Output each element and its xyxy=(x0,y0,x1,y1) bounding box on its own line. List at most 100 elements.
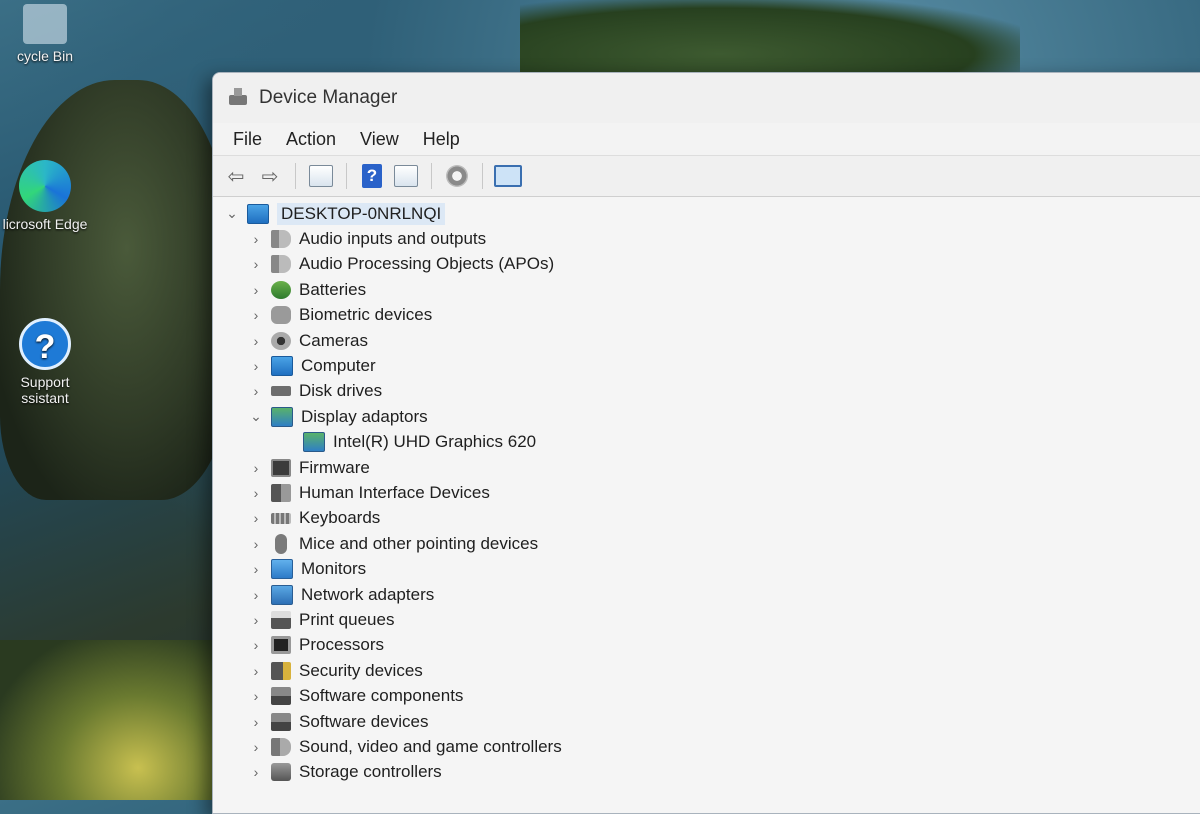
chevron-right-icon[interactable]: › xyxy=(247,587,265,603)
chevron-right-icon[interactable]: › xyxy=(247,561,265,577)
tree-item-sound-video-game[interactable]: › Sound, video and game controllers xyxy=(213,734,1200,759)
scan-hardware-button[interactable] xyxy=(493,161,523,191)
desktop-icon-support-assistant[interactable]: ? Support ssistant xyxy=(0,318,90,406)
properties-pane-icon xyxy=(394,165,418,187)
update-driver-button[interactable] xyxy=(442,161,472,191)
chevron-right-icon[interactable]: › xyxy=(247,383,265,399)
disk-drive-icon xyxy=(271,386,291,397)
tree-item-software-devices[interactable]: › Software devices xyxy=(213,709,1200,734)
back-button[interactable]: ⇦ xyxy=(221,161,251,191)
menu-view[interactable]: View xyxy=(348,127,411,152)
tree-item-label: Print queues xyxy=(299,609,395,629)
tree-item-storage-controllers[interactable]: › Storage controllers xyxy=(213,760,1200,785)
tree-root[interactable]: ⌄ DESKTOP-0NRLNQI xyxy=(213,201,1200,226)
printer-icon xyxy=(271,610,291,629)
tree-item-label: Display adaptors xyxy=(301,406,428,426)
chevron-right-icon[interactable]: › xyxy=(247,307,265,323)
tree-item-label: Batteries xyxy=(299,279,367,299)
processor-icon xyxy=(271,636,291,655)
help-button[interactable]: ? xyxy=(357,161,387,191)
chevron-right-icon[interactable]: › xyxy=(247,333,265,349)
back-arrow-icon: ⇦ xyxy=(227,165,245,188)
chevron-right-icon[interactable]: › xyxy=(247,282,265,298)
tree-item-label: Computer xyxy=(301,356,376,376)
tree-item-biometric[interactable]: › Biometric devices xyxy=(213,303,1200,328)
desktop-icon-edge[interactable]: licrosoft Edge xyxy=(0,160,90,232)
tree-item-label: Mice and other pointing devices xyxy=(299,533,539,553)
chevron-down-icon[interactable]: ⌄ xyxy=(223,205,241,222)
firmware-icon xyxy=(271,458,291,477)
speaker-icon xyxy=(271,230,291,249)
chevron-right-icon[interactable]: › xyxy=(247,739,265,755)
tree-item-processors[interactable]: › Processors xyxy=(213,633,1200,658)
tree-item-keyboards[interactable]: › Keyboards xyxy=(213,506,1200,531)
computer-root-icon xyxy=(247,203,269,224)
toolbar: ⇦ ⇨ ? xyxy=(213,155,1200,197)
menu-action[interactable]: Action xyxy=(274,127,348,152)
tree-item-label: Processors xyxy=(299,635,385,655)
tree-item-monitors[interactable]: › Monitors xyxy=(213,556,1200,581)
chevron-right-icon[interactable]: › xyxy=(247,460,265,476)
forward-button[interactable]: ⇨ xyxy=(255,161,285,191)
tree-item-label: Intel(R) UHD Graphics 620 xyxy=(333,432,537,452)
storage-controller-icon xyxy=(271,763,291,782)
tree-item-hid[interactable]: › Human Interface Devices xyxy=(213,480,1200,505)
chevron-down-icon[interactable]: ⌄ xyxy=(247,408,265,425)
tree-item-label: Firmware xyxy=(299,457,370,477)
desktop-icon-label: licrosoft Edge xyxy=(2,216,88,232)
chevron-right-icon[interactable]: › xyxy=(247,231,265,247)
tree-item-firmware[interactable]: › Firmware xyxy=(213,455,1200,480)
window-title: Device Manager xyxy=(259,87,398,108)
chevron-right-icon[interactable]: › xyxy=(247,358,265,374)
show-hide-console-tree-button[interactable] xyxy=(306,161,336,191)
menu-file[interactable]: File xyxy=(221,127,274,152)
tree-item-disk-drives[interactable]: › Disk drives xyxy=(213,379,1200,404)
tree-item-software-components[interactable]: › Software components xyxy=(213,683,1200,708)
chevron-right-icon[interactable]: › xyxy=(247,510,265,526)
device-manager-window: Device Manager File Action View Help ⇦ ⇨… xyxy=(212,72,1200,814)
tree-item-computer[interactable]: › Computer xyxy=(213,353,1200,378)
hid-icon xyxy=(271,483,291,502)
tree-item-security-devices[interactable]: › Security devices xyxy=(213,658,1200,683)
battery-icon xyxy=(271,280,291,299)
network-adapter-icon xyxy=(271,584,293,605)
chevron-right-icon[interactable]: › xyxy=(247,714,265,730)
wallpaper-cliff xyxy=(0,80,230,500)
tree-item-label: Monitors xyxy=(301,559,367,579)
chevron-right-icon[interactable]: › xyxy=(247,612,265,628)
tree-item-label: Software devices xyxy=(299,711,429,731)
chevron-right-icon[interactable]: › xyxy=(247,688,265,704)
tree-item-apos[interactable]: › Audio Processing Objects (APOs) xyxy=(213,252,1200,277)
chevron-right-icon[interactable]: › xyxy=(247,637,265,653)
tree-item-label: Disk drives xyxy=(299,381,383,401)
tree-item-label: Sound, video and game controllers xyxy=(299,736,562,756)
monitor-icon xyxy=(271,559,293,580)
biometric-icon xyxy=(271,306,291,325)
tree-item-label: Audio inputs and outputs xyxy=(299,229,487,249)
properties-button[interactable] xyxy=(391,161,421,191)
tree-item-intel-uhd-620[interactable]: Intel(R) UHD Graphics 620 xyxy=(213,430,1200,455)
menu-bar: File Action View Help xyxy=(213,123,1200,155)
title-bar[interactable]: Device Manager xyxy=(213,73,1200,123)
desktop-icon-recycle-bin[interactable]: cycle Bin xyxy=(0,4,90,64)
menu-help[interactable]: Help xyxy=(411,127,472,152)
tree-item-label: Keyboards xyxy=(299,508,381,528)
chevron-right-icon[interactable]: › xyxy=(247,485,265,501)
toolbar-separator xyxy=(482,163,483,189)
tree-item-batteries[interactable]: › Batteries xyxy=(213,277,1200,302)
tree-item-label: Security devices xyxy=(299,660,423,680)
chevron-right-icon[interactable]: › xyxy=(247,256,265,272)
tree-item-print-queues[interactable]: › Print queues xyxy=(213,607,1200,632)
tree-item-network-adapters[interactable]: › Network adapters xyxy=(213,582,1200,607)
camera-icon xyxy=(271,331,291,350)
forward-arrow-icon: ⇨ xyxy=(261,165,279,188)
chevron-right-icon[interactable]: › xyxy=(247,536,265,552)
tree-item-mice[interactable]: › Mice and other pointing devices xyxy=(213,531,1200,556)
chevron-right-icon[interactable]: › xyxy=(247,764,265,780)
tree-item-audio-inputs[interactable]: › Audio inputs and outputs xyxy=(213,226,1200,251)
mouse-icon xyxy=(275,533,287,554)
tree-item-cameras[interactable]: › Cameras xyxy=(213,328,1200,353)
tree-item-display-adaptors[interactable]: ⌄ Display adaptors xyxy=(213,404,1200,429)
chevron-right-icon[interactable]: › xyxy=(247,663,265,679)
display-adapter-icon xyxy=(271,406,293,427)
